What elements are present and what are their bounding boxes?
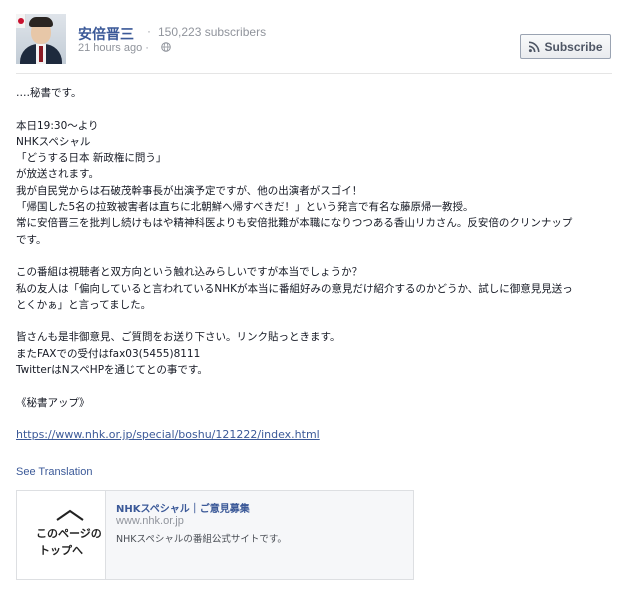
post-line: 《秘書アップ》: [16, 396, 90, 409]
flag-icon: [16, 14, 26, 28]
avatar[interactable]: [16, 14, 66, 64]
link-description: NHKスペシャルの番組公式サイトです。: [116, 534, 287, 545]
post-line: 我が自民党からは石破茂幹事長が出演予定ですが、他の出演者がスゴイ！: [16, 184, 363, 197]
link-title[interactable]: NHKスペシャル｜ご意見募集: [116, 500, 250, 515]
post-line: 常に安倍晋三を批判し続けもはや精神科医よりも安倍批難が本職になりつつある香山リカ…: [16, 217, 573, 230]
rss-icon: [529, 41, 540, 52]
header-divider: [16, 73, 612, 74]
subscribe-button[interactable]: Subscribe: [520, 34, 611, 59]
thumbnail-text: このページの: [36, 527, 102, 540]
post-line: 「どうする日本 新政権に問う」: [16, 152, 167, 165]
post-line: 皆さんも是非御意見、ご質問をお送り下さい。リンク貼っときます。: [16, 331, 341, 344]
separator-dot: ·: [147, 24, 151, 38]
post-line: 本日19:30～より: [16, 119, 99, 132]
post-line: [16, 248, 612, 264]
subscribe-label: Subscribe: [544, 39, 603, 54]
page-name-link[interactable]: 安倍晋三: [78, 24, 134, 44]
post-line: [16, 101, 612, 117]
see-translation-link[interactable]: See Translation: [16, 466, 92, 478]
post-line: またFAXでの受付はfax03(5455)8111: [16, 347, 201, 360]
post-line: TwitterはNスペHPを通じてとの事です。: [16, 364, 208, 377]
post-line: NHKスペシャル: [16, 135, 91, 148]
post-line: ‥‥秘書です。: [16, 87, 82, 99]
post-header: 安倍晋三 · 150,223 subscribers 21 hours ago …: [16, 14, 612, 66]
post-link[interactable]: https://www.nhk.or.jp/special/boshu/1212…: [16, 428, 320, 441]
post-body: ‥‥秘書です。 本日19:30～より NHKスペシャル 「どうする日本 新政権に…: [16, 85, 612, 444]
link-thumbnail[interactable]: このページの トップへ: [17, 491, 106, 579]
post-timestamp[interactable]: 21 hours ago ·: [78, 42, 149, 54]
link-preview-card[interactable]: このページの トップへ NHKスペシャル｜ご意見募集 www.nhk.or.jp…: [16, 490, 414, 580]
post-line: です。: [16, 233, 47, 246]
chevron-up-icon: [56, 509, 84, 521]
post-line: [16, 313, 612, 329]
subscriber-count: 150,223 subscribers: [158, 25, 267, 39]
post-line: が放送されます。: [16, 168, 99, 181]
link-domain: www.nhk.or.jp: [116, 515, 184, 527]
thumbnail-text: トップへ: [39, 544, 83, 557]
post-line: とくかぁ」と言ってました。: [16, 298, 152, 311]
post-line: 私の友人は「偏向していると言われているNHKが本当に番組好みの意見だけ紹介するの…: [16, 282, 573, 295]
facebook-post: 安倍晋三 · 150,223 subscribers 21 hours ago …: [0, 0, 627, 598]
post-line: [16, 378, 612, 394]
post-line: この番組は視聴者と双方向という触れ込みらしいですが本当でしょうか？: [16, 266, 363, 279]
globe-icon: [161, 42, 171, 52]
post-line: [16, 411, 612, 427]
post-line: 「帰国した5名の拉致被害者は直ちに北朝鮮へ帰すべきだ！」という発言で有名な藤原帰…: [16, 201, 474, 214]
